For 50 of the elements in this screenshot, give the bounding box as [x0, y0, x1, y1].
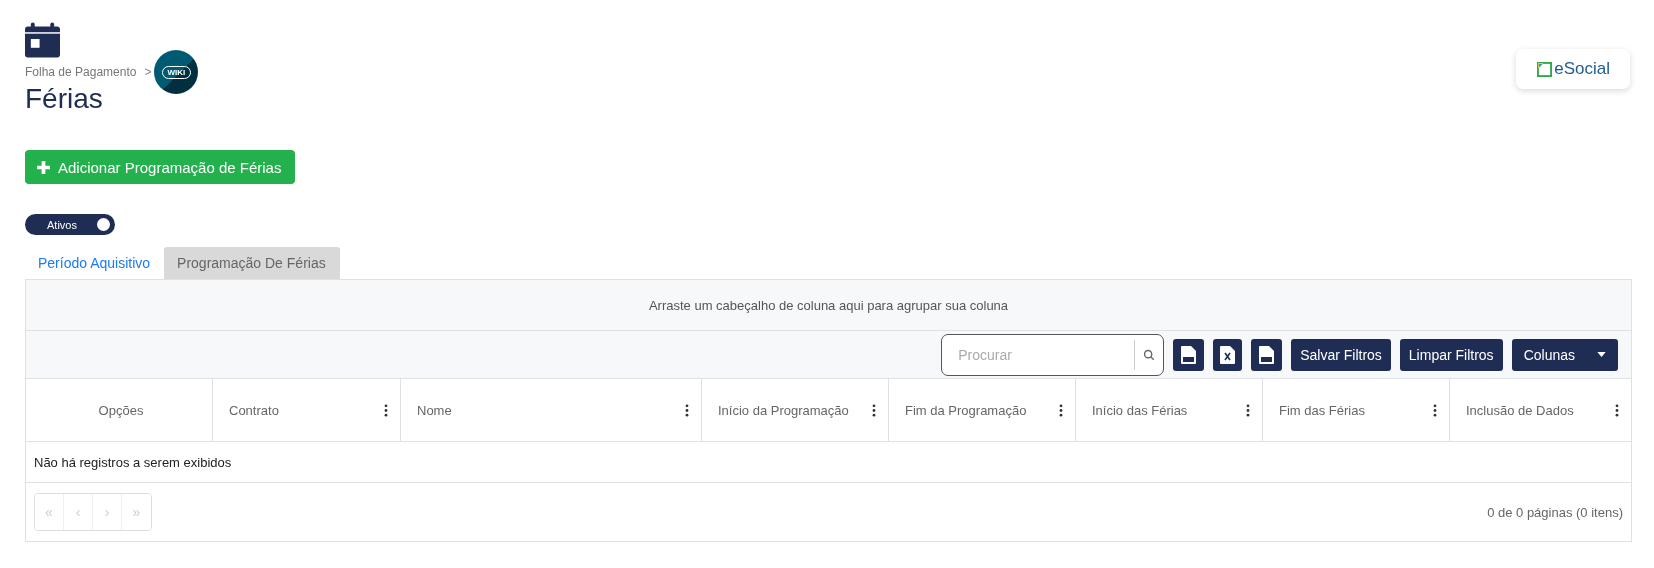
column-title: Início das Férias [1092, 402, 1188, 418]
column-header[interactable]: Nome [401, 379, 702, 441]
tab[interactable]: Programação De Férias [164, 247, 340, 279]
column-title: Contrato [229, 402, 279, 418]
csv-file-icon [1259, 345, 1275, 364]
column-header[interactable]: Início da Programação [702, 379, 889, 441]
column-menu-icon[interactable] [384, 403, 388, 417]
brand-name: eSocial [1554, 59, 1610, 79]
column-header[interactable]: Fim da Programação [889, 379, 1076, 441]
caret-icon [1597, 352, 1606, 357]
columns-dropdown[interactable]: Colunas [1511, 338, 1618, 371]
xls-file-icon [1220, 345, 1236, 364]
column-header[interactable]: Fim das Férias [1263, 379, 1450, 441]
tab[interactable]: Período Aquisitivo [25, 247, 165, 279]
pdf-file-icon [1181, 345, 1197, 364]
column-title: Nome [417, 402, 452, 418]
column-title: Fim da Programação [905, 402, 1027, 418]
active-toggle[interactable]: Ativos [25, 214, 115, 235]
column-header[interactable]: Contrato [213, 379, 401, 441]
column-menu-icon[interactable] [1246, 403, 1250, 417]
csv-export-button[interactable] [1251, 338, 1283, 371]
column-menu-icon[interactable] [1615, 403, 1619, 417]
toolbar-button[interactable]: Limpar Filtros [1399, 338, 1503, 371]
document-icon [1537, 61, 1553, 77]
xls-export-button[interactable] [1213, 338, 1243, 371]
empty-message: Não há registros a serem exibidos [34, 454, 232, 470]
breadcrumb-separator: > [144, 65, 152, 79]
column-menu-icon[interactable] [1059, 403, 1063, 417]
column-title: Início da Programação [718, 402, 849, 418]
column-menu-icon[interactable] [685, 403, 689, 417]
group-hint: Arraste um cabeçalho de coluna aqui para agrupar sua coluna [648, 297, 1009, 313]
column-title: Opções [98, 402, 144, 418]
search-icon [1143, 348, 1156, 361]
plus-icon [37, 160, 50, 174]
pdf-export-button[interactable] [1173, 338, 1205, 371]
calendar-icon [25, 22, 60, 58]
breadcrumb-link[interactable]: Folha de Pagamento [25, 65, 137, 79]
column-menu-icon[interactable] [872, 403, 876, 417]
wiki-badge[interactable]: WIKI [154, 50, 199, 94]
toolbar-button[interactable]: Salvar Filtros [1291, 338, 1391, 371]
column-title: Fim das Férias [1279, 402, 1365, 418]
column-header[interactable]: Inclusão de Dados [1450, 379, 1631, 441]
search-field[interactable]: Procurar [941, 333, 1165, 376]
column-header[interactable]: Início das Férias [1076, 379, 1263, 441]
page-title: Férias [25, 82, 103, 116]
page-info: 0 de 0 páginas (0 itens) [1487, 504, 1623, 520]
esocial-logo[interactable]: eSocial [1516, 49, 1630, 89]
column-title: Inclusão de Dados [1466, 402, 1574, 418]
column-menu-icon[interactable] [1433, 403, 1437, 417]
column-header[interactable]: Opções [26, 379, 213, 441]
